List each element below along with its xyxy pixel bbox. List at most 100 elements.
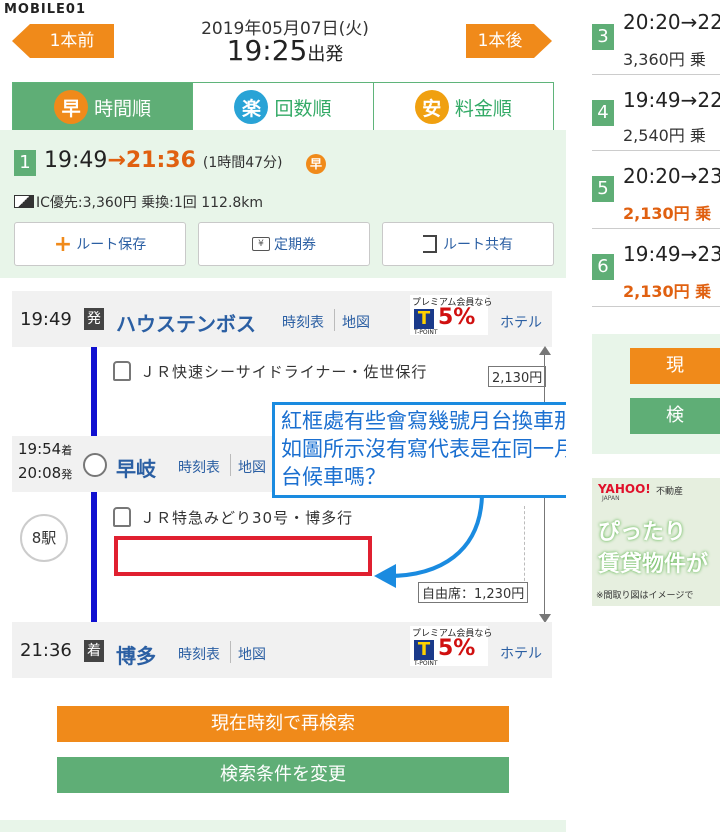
side-result-number: 4 bbox=[592, 100, 614, 126]
tpoint-small: T-POINT bbox=[414, 329, 438, 336]
ad-line2: 賃貸物件が bbox=[598, 552, 709, 577]
train-icon bbox=[113, 361, 131, 381]
stops-count[interactable]: 8駅 bbox=[20, 514, 68, 562]
tab-transfer-order[interactable]: 楽 回数順 bbox=[192, 83, 373, 131]
station-name[interactable]: ハウステンボス bbox=[116, 308, 256, 337]
hotel-link[interactable]: ホテル bbox=[500, 643, 542, 663]
timetable-link[interactable]: 時刻表 bbox=[282, 312, 324, 332]
arrival-mark: 着 bbox=[84, 640, 104, 662]
change-conditions-button[interactable]: 検索条件を変更 bbox=[57, 757, 509, 793]
transfer-departure: 20:08発 bbox=[18, 464, 72, 482]
fast-icon: 早 bbox=[54, 90, 89, 124]
tpoint-logo-icon: T bbox=[414, 640, 434, 660]
side-result-time: 19:49→22 bbox=[623, 88, 720, 112]
side-result-time: 20:20→23 bbox=[623, 164, 720, 188]
commuter-pass-label: 定期券 bbox=[274, 237, 316, 253]
side-result-row[interactable]: 3 20:20→22 3,360円 乗 bbox=[592, 0, 720, 75]
tpoint-percent: 5% bbox=[438, 305, 476, 330]
ic-card-icon bbox=[14, 195, 34, 208]
prev-train-button[interactable]: 1本前 bbox=[30, 24, 114, 58]
commuter-pass-button[interactable]: ¥ 定期券 bbox=[198, 222, 370, 266]
share-route-label: ルート共有 bbox=[443, 237, 513, 253]
side-result-row[interactable]: 4 19:49→22 2,540円 乗 bbox=[592, 76, 720, 151]
easy-icon: 楽 bbox=[234, 90, 269, 124]
ad-banner[interactable]: YAHOO! JAPAN 不動産 ぴったり 賃貸物件が ※間取り図はイメージで bbox=[592, 478, 720, 606]
ad-brand: YAHOO! bbox=[598, 482, 651, 496]
station-name[interactable]: 早岐 bbox=[116, 453, 156, 482]
side-result-time: 20:20→22 bbox=[623, 10, 720, 34]
station-name[interactable]: 博多 bbox=[116, 640, 156, 669]
prev-arrow-icon[interactable] bbox=[12, 24, 30, 58]
route-number: 1 bbox=[14, 150, 36, 176]
departure-suffix: 出発 bbox=[307, 44, 344, 65]
route-arrow: → bbox=[107, 148, 126, 173]
fastest-badge-icon: 早 bbox=[306, 154, 326, 174]
divider bbox=[230, 454, 231, 476]
side-result-fare: 3,360円 乗 bbox=[623, 50, 706, 69]
departure-suffix: 発 bbox=[61, 468, 73, 481]
tpoint-logo-icon: T bbox=[414, 309, 434, 329]
route-duration: (1時間47分) bbox=[202, 155, 283, 171]
tab-label: 回数順 bbox=[274, 97, 332, 120]
map-link[interactable]: 地図 bbox=[342, 312, 370, 332]
annotation-callout: 紅框處有些會寫幾號月台換車那如圖所示沒有寫代表是在同一月台候車嗎？ bbox=[272, 402, 602, 498]
plus-icon: + bbox=[53, 231, 73, 257]
divider bbox=[334, 309, 335, 331]
departure-time-transfer: 20:08 bbox=[18, 464, 62, 482]
station-time: 21:36 bbox=[20, 640, 72, 661]
ad-brand-sub: JAPAN bbox=[602, 495, 620, 502]
save-route-button[interactable]: + ルート保存 bbox=[14, 222, 186, 266]
ad-line1: ぴったり bbox=[598, 520, 687, 545]
side-result-fare: 2,130円 乗 bbox=[623, 204, 712, 223]
next-arrow-icon[interactable] bbox=[534, 24, 552, 58]
save-route-label: ルート保存 bbox=[76, 237, 147, 253]
segment-fare: 2,130円 bbox=[488, 366, 547, 387]
departure-time: 19:25出発 bbox=[120, 34, 450, 67]
map-link[interactable]: 地図 bbox=[238, 644, 266, 664]
side-result-row[interactable]: 5 20:20→23 2,130円 乗 bbox=[592, 152, 720, 229]
side-result-number: 5 bbox=[592, 176, 614, 202]
train-name: ＪＲ特急みどり30号・博多行 bbox=[140, 509, 354, 527]
departure-time-value: 19:25 bbox=[226, 34, 308, 67]
annotation-arrow-icon bbox=[374, 495, 484, 588]
route-times: 19:49→21:36 (1時間47分) bbox=[44, 148, 283, 173]
share-route-button[interactable]: ルート共有 bbox=[382, 222, 554, 266]
tab-label: 料金順 bbox=[454, 97, 512, 120]
side-result-number: 6 bbox=[592, 254, 614, 280]
side-result-row[interactable]: 6 19:49→23 2,130円 乗 bbox=[592, 230, 720, 307]
side-research-button[interactable]: 現 bbox=[630, 348, 720, 384]
timetable-link[interactable]: 時刻表 bbox=[178, 644, 220, 664]
highlight-box bbox=[114, 536, 372, 576]
tpoint-percent: 5% bbox=[438, 636, 476, 661]
divider bbox=[230, 641, 231, 663]
hotel-link[interactable]: ホテル bbox=[500, 312, 542, 332]
fare-guide-line bbox=[524, 506, 525, 586]
timetable-link[interactable]: 時刻表 bbox=[178, 457, 220, 477]
train-icon bbox=[113, 507, 131, 527]
departure-mark: 発 bbox=[84, 308, 104, 330]
side-change-button[interactable]: 検 bbox=[630, 398, 720, 434]
route-arr: 21:36 bbox=[125, 148, 196, 173]
transfer-arrival: 19:54着 bbox=[18, 440, 72, 458]
fare-summary: IC優先:3,360円 乗換:1回 112.8km bbox=[14, 192, 263, 212]
station-time: 19:49 bbox=[20, 309, 72, 330]
tpoint-small: T-POINT bbox=[414, 660, 438, 667]
ad-category: 不動産 bbox=[656, 487, 684, 497]
cheap-icon: 安 bbox=[414, 90, 449, 124]
transfer-station-icon bbox=[83, 453, 107, 477]
tpoint-banner[interactable]: プレミアム会員なら T 5% T-POINT bbox=[410, 295, 492, 336]
watermark: MOBILE01 bbox=[4, 2, 86, 17]
arrival-suffix: 着 bbox=[61, 444, 73, 457]
map-link[interactable]: 地図 bbox=[238, 457, 266, 477]
next-train-button[interactable]: 1本後 bbox=[466, 24, 534, 58]
tab-label: 時間順 bbox=[94, 97, 152, 120]
ad-note: ※間取り図はイメージで bbox=[596, 591, 694, 601]
train-name: ＪＲ快速シーサイドライナー・佐世保行 bbox=[140, 363, 428, 381]
tab-time-order[interactable]: 早 時間順 bbox=[13, 83, 193, 131]
side-result-fare: 2,540円 乗 bbox=[623, 126, 706, 145]
side-result-fare: 2,130円 乗 bbox=[623, 282, 712, 301]
tab-fare-order[interactable]: 安 料金順 bbox=[372, 83, 553, 131]
side-result-time: 19:49→23 bbox=[623, 242, 720, 266]
tpoint-banner[interactable]: プレミアム会員なら T 5% T-POINT bbox=[410, 626, 492, 667]
research-now-button[interactable]: 現在時刻で再検索 bbox=[57, 706, 509, 742]
